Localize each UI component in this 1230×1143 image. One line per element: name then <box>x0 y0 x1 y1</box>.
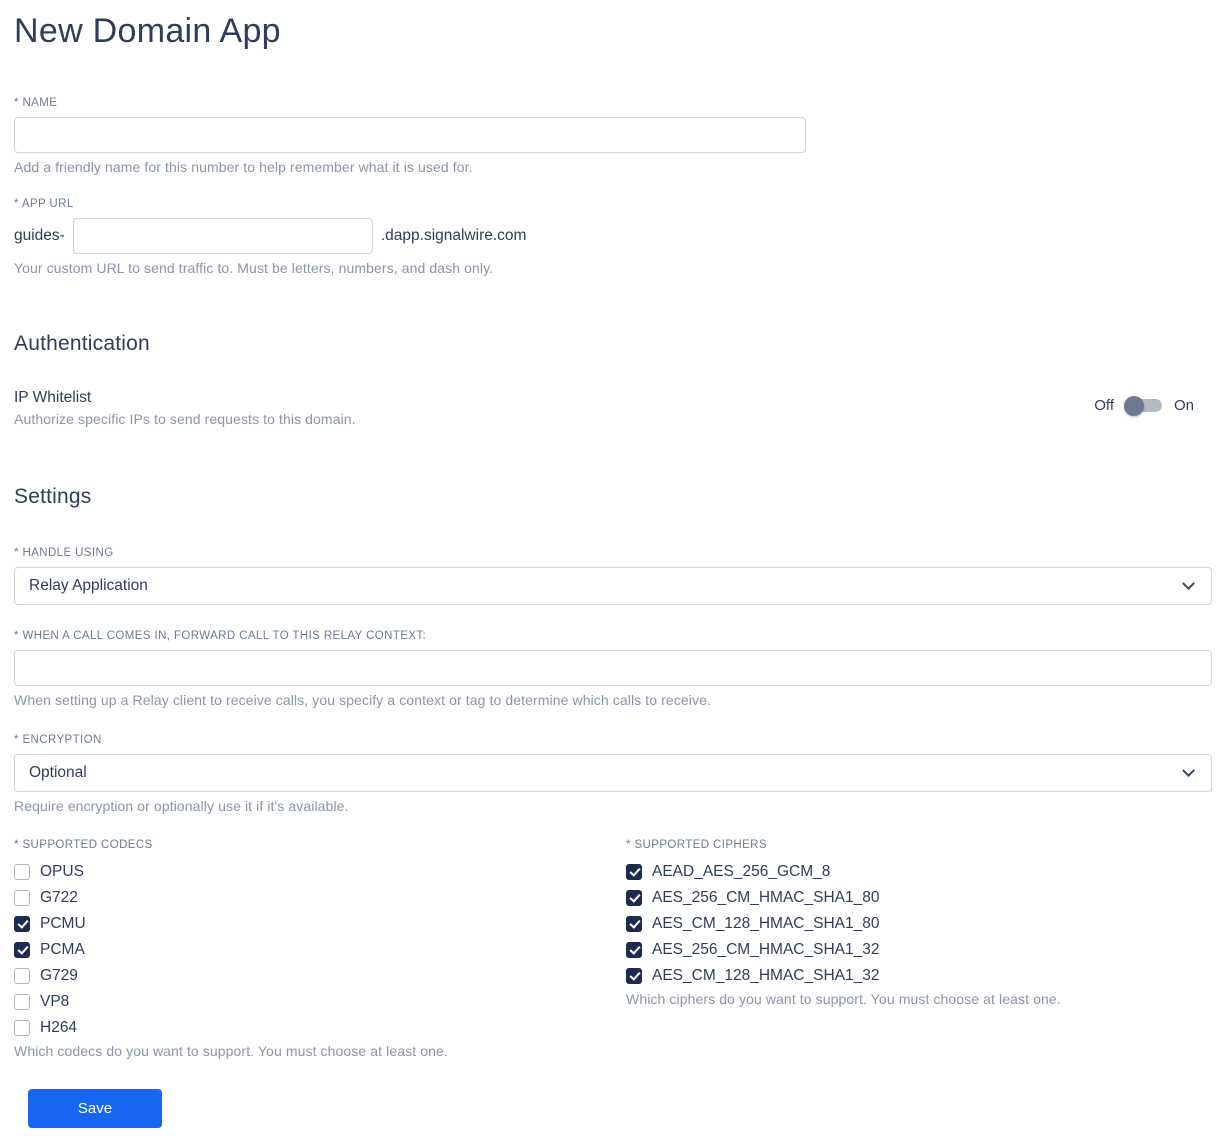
codec-cipher-columns: * SUPPORTED CODECS OPUS G722 PCMU PCMA G… <box>14 839 1212 1059</box>
codec-option-opus[interactable]: OPUS <box>14 859 626 885</box>
cipher-option-aes-cm-128-hmac-sha1-80[interactable]: AES_CM_128_HMAC_SHA1_80 <box>626 911 1212 937</box>
checkbox-icon[interactable] <box>626 942 642 958</box>
supported-codecs-label: * SUPPORTED CODECS <box>14 839 153 851</box>
encryption-field: * ENCRYPTION Optional Require encryption… <box>14 734 1212 814</box>
app-url-prefix: guides- <box>14 227 65 244</box>
codec-option-g729[interactable]: G729 <box>14 963 626 989</box>
checkbox-icon[interactable] <box>14 968 30 984</box>
codec-option-label: PCMU <box>40 915 86 932</box>
encryption-help: Require encryption or optionally use it … <box>14 798 349 814</box>
app-url-input[interactable] <box>72 218 373 254</box>
cipher-option-aes-cm-128-hmac-sha1-32[interactable]: AES_CM_128_HMAC_SHA1_32 <box>626 963 1212 989</box>
cipher-option-label: AES_256_CM_HMAC_SHA1_80 <box>652 889 880 906</box>
handle-using-value: Relay Application <box>29 577 148 594</box>
app-url-field: * APP URL guides- .dapp.signalwire.com Y… <box>14 198 1212 276</box>
ip-whitelist-toggle[interactable] <box>1123 395 1162 416</box>
handle-using-label: * HANDLE USING <box>14 547 114 559</box>
codec-option-pcma[interactable]: PCMA <box>14 937 626 963</box>
cipher-option-label: AES_CM_128_HMAC_SHA1_32 <box>652 967 880 984</box>
checkbox-icon[interactable] <box>14 942 30 958</box>
codec-option-vp8[interactable]: VP8 <box>14 989 626 1015</box>
cipher-option-aead-aes-256-gcm-8[interactable]: AEAD_AES_256_GCM_8 <box>626 859 1212 885</box>
encryption-label: * ENCRYPTION <box>14 734 102 746</box>
checkbox-icon[interactable] <box>626 968 642 984</box>
new-domain-app-form: New Domain App * NAME Add a friendly nam… <box>14 12 1212 1128</box>
handle-using-field: * HANDLE USING Relay Application <box>14 547 1212 605</box>
chevron-down-icon <box>1182 576 1195 590</box>
cipher-option-label: AES_256_CM_HMAC_SHA1_32 <box>652 941 880 958</box>
checkbox-icon[interactable] <box>626 890 642 906</box>
supported-ciphers-help: Which ciphers do you want to support. Yo… <box>626 991 1061 1007</box>
cipher-option-label: AEAD_AES_256_GCM_8 <box>652 863 831 880</box>
app-url-label: * APP URL <box>14 198 74 210</box>
save-button[interactable]: Save <box>28 1089 162 1128</box>
app-url-row: guides- .dapp.signalwire.com <box>14 218 1212 254</box>
checkbox-icon[interactable] <box>14 1020 30 1036</box>
checkbox-icon[interactable] <box>626 916 642 932</box>
settings-heading: Settings <box>14 485 92 508</box>
chevron-down-icon <box>1182 763 1195 777</box>
codec-option-label: PCMA <box>40 941 85 958</box>
codec-option-label: G729 <box>40 967 78 984</box>
name-field: * NAME Add a friendly name for this numb… <box>14 97 1212 175</box>
page-title: New Domain App <box>14 12 281 50</box>
checkbox-icon[interactable] <box>14 994 30 1010</box>
codec-option-label: G722 <box>40 889 78 906</box>
handle-using-select[interactable]: Relay Application <box>14 567 1212 605</box>
codec-option-g722[interactable]: G722 <box>14 885 626 911</box>
checkbox-icon[interactable] <box>626 864 642 880</box>
supported-ciphers-group: * SUPPORTED CIPHERS AEAD_AES_256_GCM_8 A… <box>626 839 1212 1059</box>
ip-whitelist-text: IP Whitelist Authorize specific IPs to s… <box>14 389 356 427</box>
ip-whitelist-toggle-group: Off On <box>1094 395 1212 416</box>
cipher-option-label: AES_CM_128_HMAC_SHA1_80 <box>652 915 880 932</box>
supported-codecs-group: * SUPPORTED CODECS OPUS G722 PCMU PCMA G… <box>14 839 626 1059</box>
codec-option-h264[interactable]: H264 <box>14 1015 626 1041</box>
ip-whitelist-label: IP Whitelist <box>14 389 92 406</box>
relay-context-field: * WHEN A CALL COMES IN, FORWARD CALL TO … <box>14 630 1212 708</box>
app-url-suffix: .dapp.signalwire.com <box>380 227 527 244</box>
name-help: Add a friendly name for this number to h… <box>14 159 473 175</box>
ip-whitelist-row: IP Whitelist Authorize specific IPs to s… <box>14 389 1212 427</box>
relay-context-label: * WHEN A CALL COMES IN, FORWARD CALL TO … <box>14 630 427 642</box>
name-label: * NAME <box>14 97 58 109</box>
checkbox-icon[interactable] <box>14 890 30 906</box>
toggle-on-label: On <box>1173 397 1194 414</box>
relay-context-input[interactable] <box>14 650 1212 686</box>
name-input[interactable] <box>14 117 806 153</box>
ip-whitelist-help: Authorize specific IPs to send requests … <box>14 411 356 427</box>
encryption-select[interactable]: Optional <box>14 754 1212 792</box>
cipher-option-aes-256-cm-hmac-sha1-80[interactable]: AES_256_CM_HMAC_SHA1_80 <box>626 885 1212 911</box>
cipher-option-aes-256-cm-hmac-sha1-32[interactable]: AES_256_CM_HMAC_SHA1_32 <box>626 937 1212 963</box>
checkbox-icon[interactable] <box>14 864 30 880</box>
supported-ciphers-label: * SUPPORTED CIPHERS <box>626 839 767 851</box>
encryption-value: Optional <box>29 764 87 781</box>
codec-option-pcmu[interactable]: PCMU <box>14 911 626 937</box>
checkbox-icon[interactable] <box>14 916 30 932</box>
toggle-knob-icon <box>1123 395 1144 416</box>
codec-option-label: VP8 <box>40 993 70 1010</box>
app-url-help: Your custom URL to send traffic to. Must… <box>14 260 494 276</box>
toggle-off-label: Off <box>1094 397 1114 414</box>
supported-codecs-help: Which codecs do you want to support. You… <box>14 1043 448 1059</box>
codec-option-label: OPUS <box>40 863 84 880</box>
codec-option-label: H264 <box>40 1019 78 1036</box>
relay-context-help: When setting up a Relay client to receiv… <box>14 692 711 708</box>
authentication-heading: Authentication <box>14 332 150 355</box>
